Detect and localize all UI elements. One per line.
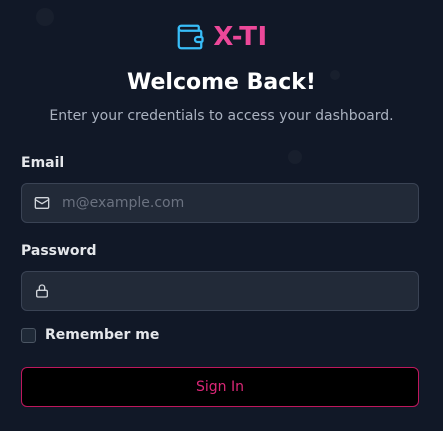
lock-icon [36, 284, 48, 298]
page-subtitle: Enter your credentials to access your da… [49, 108, 394, 124]
email-input[interactable] [62, 185, 402, 221]
login-card: X-TI Welcome Back! Enter your credential… [0, 0, 443, 431]
email-label: Email [21, 155, 65, 171]
password-input[interactable] [62, 273, 402, 309]
brand-name: X-TI [213, 22, 268, 52]
sign-in-button[interactable]: Sign In [21, 367, 419, 407]
mail-icon [34, 197, 50, 209]
remember-me-label[interactable]: Remember me [45, 326, 159, 344]
password-field[interactable] [21, 271, 419, 311]
remember-me-checkbox[interactable] [21, 327, 36, 343]
wallet-icon [177, 24, 204, 50]
page-title: Welcome Back! [127, 70, 316, 95]
email-field[interactable] [21, 183, 419, 223]
brand-header: X-TI [0, 20, 443, 54]
password-label: Password [21, 243, 97, 259]
remember-me-row[interactable]: Remember me [21, 326, 159, 344]
